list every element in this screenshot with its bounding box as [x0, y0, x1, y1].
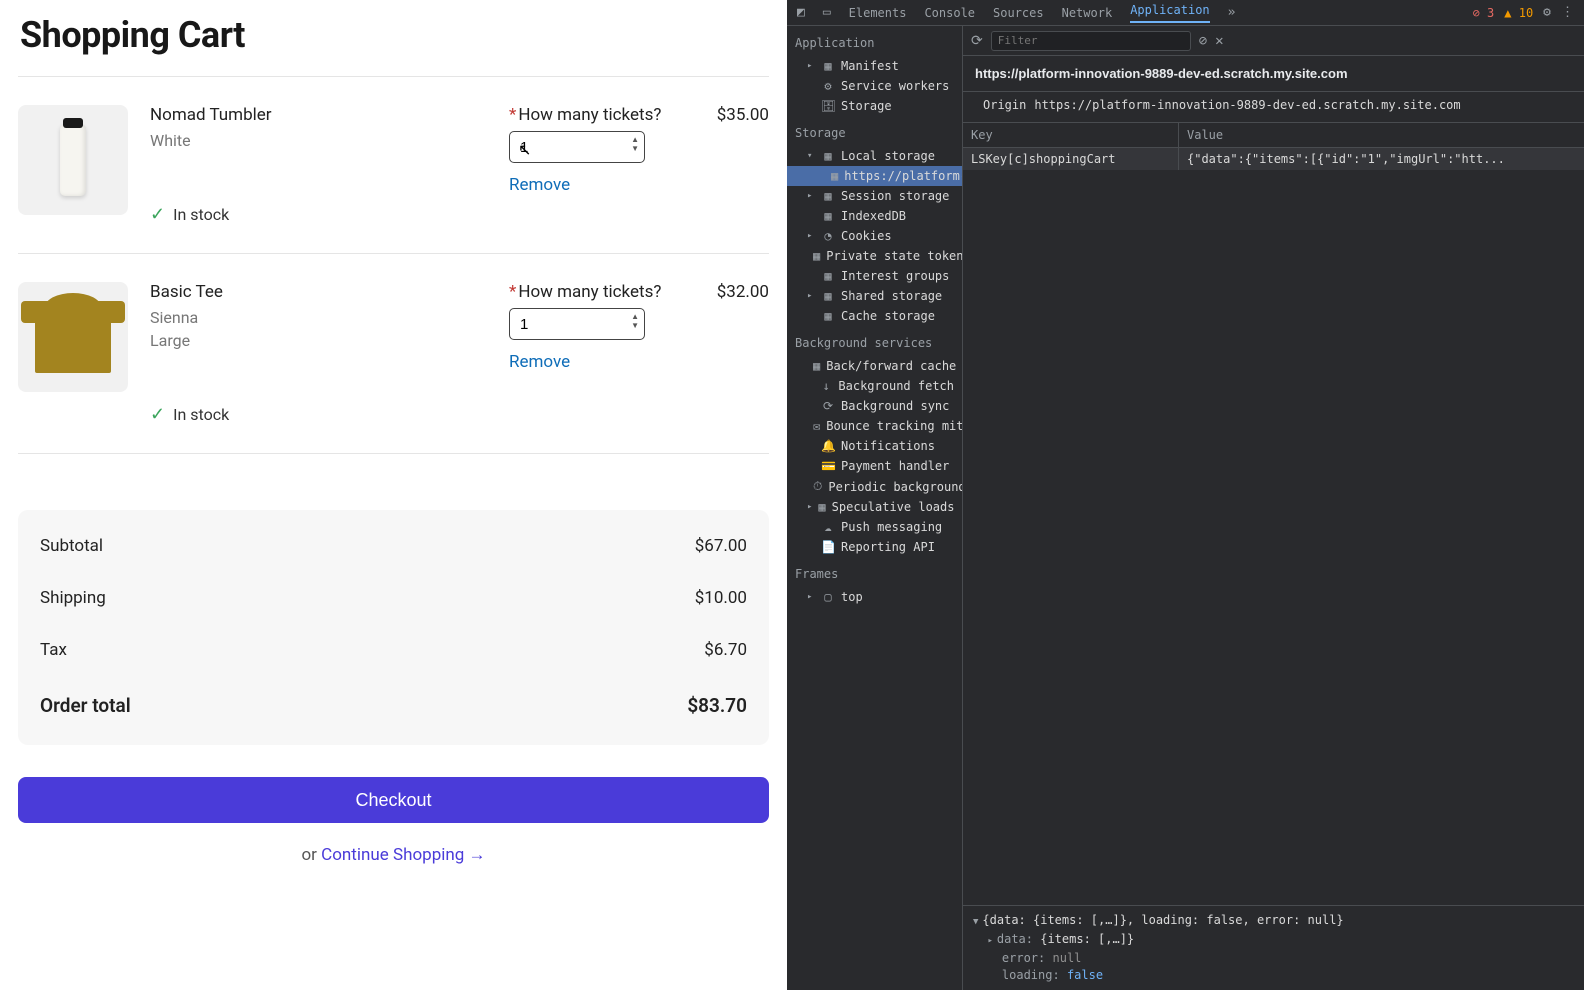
total-label: Order total — [40, 694, 131, 717]
item-attr: Large — [150, 331, 509, 350]
qty-label: *How many tickets? — [509, 282, 689, 302]
table-row[interactable]: LSKey[c]shoppingCart {"data":{"items":[{… — [963, 148, 1584, 170]
cart-item: Basic Tee Sienna Large ✓ In stock *How m… — [18, 254, 769, 453]
console-drawer: ▼{data: {items: [,…]}, loading: false, e… — [963, 905, 1584, 990]
order-summary: Subtotal $67.00 Shipping $10.00 Tax $6.70 O… — [18, 510, 769, 745]
tab-application[interactable]: Application — [1130, 3, 1209, 23]
section-application: Application — [787, 26, 962, 56]
sidebar-item-bf-cache[interactable]: ▦Back/forward cache — [787, 356, 962, 376]
total-value: $83.70 — [687, 694, 747, 717]
qty-label: *How many tickets? — [509, 105, 689, 125]
settings-icon[interactable]: ⚙ — [1543, 5, 1551, 20]
stepper-icon[interactable]: ▲▼ — [631, 135, 639, 153]
table-header: Key Value — [963, 123, 1584, 148]
inspect-icon[interactable]: ◩ — [797, 5, 805, 20]
product-thumbnail — [18, 282, 128, 392]
checkout-button[interactable]: Checkout — [18, 777, 769, 823]
tab-elements[interactable]: Elements — [849, 6, 907, 20]
sidebar-item-storage[interactable]: 🗄Storage — [787, 96, 962, 116]
menu-icon[interactable]: ⋮ — [1561, 5, 1574, 20]
or-text: or — [301, 845, 321, 865]
sidebar-item-local-storage[interactable]: ▾▦Local storage — [787, 146, 962, 166]
cart-item: Nomad Tumbler White ✓ In stock *How many… — [18, 77, 769, 253]
sidebar-item-cookies[interactable]: ▸◔Cookies — [787, 226, 962, 246]
stock-status: ✓ In stock — [150, 404, 509, 425]
filter-bar: ⟳ ⊘ ✕ — [963, 26, 1584, 56]
value-header[interactable]: Value — [1179, 123, 1584, 147]
item-attr: Sienna — [150, 308, 509, 327]
sidebar-item-reporting[interactable]: 📄Reporting API — [787, 537, 962, 557]
tax-value: $6.70 — [704, 640, 747, 660]
more-tabs-icon[interactable]: » — [1228, 5, 1236, 20]
divider — [18, 453, 769, 454]
qty-input[interactable] — [509, 131, 645, 163]
item-name: Nomad Tumbler — [150, 105, 509, 125]
sidebar-item-push[interactable]: ☁Push messaging — [787, 517, 962, 537]
sidebar-item-bg-fetch[interactable]: ↓Background fetch — [787, 376, 962, 396]
continue-shopping-link[interactable]: Continue Shopping → — [321, 845, 485, 865]
section-storage: Storage — [787, 116, 962, 146]
check-icon: ✓ — [150, 404, 165, 425]
qty-input[interactable] — [509, 308, 645, 340]
warning-badge[interactable]: ▲ 10 — [1504, 6, 1533, 20]
subtotal-label: Subtotal — [40, 536, 103, 556]
section-background: Background services — [787, 326, 962, 356]
application-sidebar: Application ▸▦Manifest ⚙Service workers … — [787, 26, 963, 990]
continue-row: or Continue Shopping → — [18, 845, 769, 865]
key-cell: LSKey[c]shoppingCart — [963, 148, 1179, 170]
origin-row: Originhttps://platform-innovation-9889-d… — [963, 92, 1584, 123]
check-icon: ✓ — [150, 204, 165, 225]
stepper-icon[interactable]: ▲▼ — [631, 312, 639, 330]
error-badge[interactable]: ⊘ 3 — [1473, 6, 1495, 20]
product-thumbnail — [18, 105, 128, 215]
stock-status: ✓ In stock — [150, 204, 509, 225]
tab-network[interactable]: Network — [1062, 6, 1113, 20]
sidebar-item-local-storage-origin[interactable]: ▦https://platform-innovatio — [787, 166, 962, 186]
sidebar-item-top-frame[interactable]: ▸▢top — [787, 587, 962, 607]
item-name: Basic Tee — [150, 282, 509, 302]
close-icon[interactable]: ✕ — [1215, 33, 1223, 49]
tab-console[interactable]: Console — [924, 6, 975, 20]
sidebar-item-private-tokens[interactable]: ▦Private state tokens — [787, 246, 962, 266]
key-header[interactable]: Key — [963, 123, 1179, 147]
section-frames: Frames — [787, 557, 962, 587]
sidebar-item-notifications[interactable]: 🔔Notifications — [787, 436, 962, 456]
tumbler-icon — [60, 124, 86, 196]
item-price: $32.00 — [689, 282, 769, 425]
shipping-label: Shipping — [40, 588, 106, 608]
sidebar-item-shared-storage[interactable]: ▸▦Shared storage — [787, 286, 962, 306]
sidebar-item-speculative[interactable]: ▸▦Speculative loads — [787, 497, 962, 517]
tab-sources[interactable]: Sources — [993, 6, 1044, 20]
page-title: Shopping Cart — [20, 14, 769, 56]
storage-url: https://platform-innovation-9889-dev-ed.… — [963, 56, 1584, 92]
sidebar-item-manifest[interactable]: ▸▦Manifest — [787, 56, 962, 76]
filter-input[interactable] — [991, 31, 1191, 51]
stock-text: In stock — [173, 405, 229, 424]
devtools-tabs: ◩ ▭ Elements Console Sources Network App… — [787, 0, 1584, 26]
sidebar-item-indexeddb[interactable]: ▦IndexedDB — [787, 206, 962, 226]
value-cell: {"data":{"items":[{"id":"1","imgUrl":"ht… — [1179, 148, 1584, 170]
tax-label: Tax — [40, 640, 67, 660]
shipping-value: $10.00 — [695, 588, 747, 608]
remove-button[interactable]: Remove — [509, 175, 570, 195]
sidebar-item-bg-sync[interactable]: ⟳Background sync — [787, 396, 962, 416]
sidebar-item-bounce[interactable]: ✉Bounce tracking mitigation — [787, 416, 962, 436]
sidebar-item-session-storage[interactable]: ▸▦Session storage — [787, 186, 962, 206]
item-attr: White — [150, 131, 509, 150]
remove-button[interactable]: Remove — [509, 352, 570, 372]
refresh-icon[interactable]: ⟳ — [971, 33, 983, 49]
sidebar-item-payment[interactable]: 💳Payment handler — [787, 456, 962, 476]
sidebar-item-cache-storage[interactable]: ▦Cache storage — [787, 306, 962, 326]
tee-icon — [35, 301, 111, 373]
stock-text: In stock — [173, 205, 229, 224]
sidebar-item-service-workers[interactable]: ⚙Service workers — [787, 76, 962, 96]
sidebar-item-periodic[interactable]: ⏱Periodic background sync — [787, 476, 962, 497]
sidebar-item-interest-groups[interactable]: ▦Interest groups — [787, 266, 962, 286]
clear-icon[interactable]: ⊘ — [1199, 33, 1207, 49]
item-price: $35.00 — [689, 105, 769, 225]
subtotal-value: $67.00 — [695, 536, 747, 556]
devtools-panel: ◩ ▭ Elements Console Sources Network App… — [787, 0, 1584, 990]
device-icon[interactable]: ▭ — [823, 5, 831, 20]
